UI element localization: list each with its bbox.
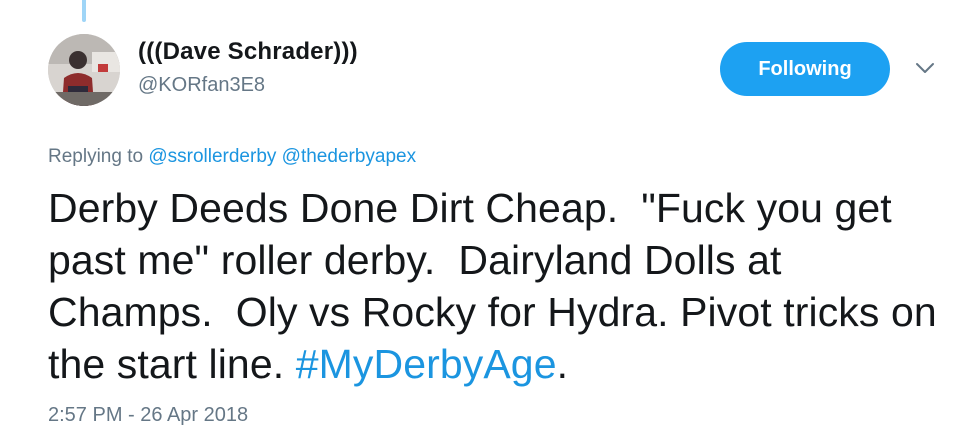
replying-to-line: Replying to @ssrollerderby @thederbyapex — [48, 146, 416, 168]
author-handle[interactable]: @KORfan3E8 — [138, 74, 265, 97]
mention-link[interactable]: @thederbyapex — [282, 146, 416, 167]
tweet-timestamp[interactable]: 2:57 PM - 26 Apr 2018 — [48, 404, 248, 427]
mention-link[interactable]: @ssrollerderby — [148, 146, 276, 167]
avatar[interactable] — [48, 34, 120, 106]
following-button[interactable]: Following — [720, 42, 890, 96]
author-display-name[interactable]: (((Dave Schrader))) — [138, 38, 358, 66]
chevron-down-icon[interactable] — [912, 58, 938, 78]
replying-to-label: Replying to — [48, 146, 149, 167]
tweet-suffix: . — [556, 341, 569, 387]
thread-connector-line — [82, 0, 86, 22]
tweet-text: Derby Deeds Done Dirt Cheap. "Fuck you g… — [48, 182, 948, 390]
hashtag-link[interactable]: #MyDerbyAge — [296, 341, 557, 387]
avatar-photo — [48, 34, 120, 106]
